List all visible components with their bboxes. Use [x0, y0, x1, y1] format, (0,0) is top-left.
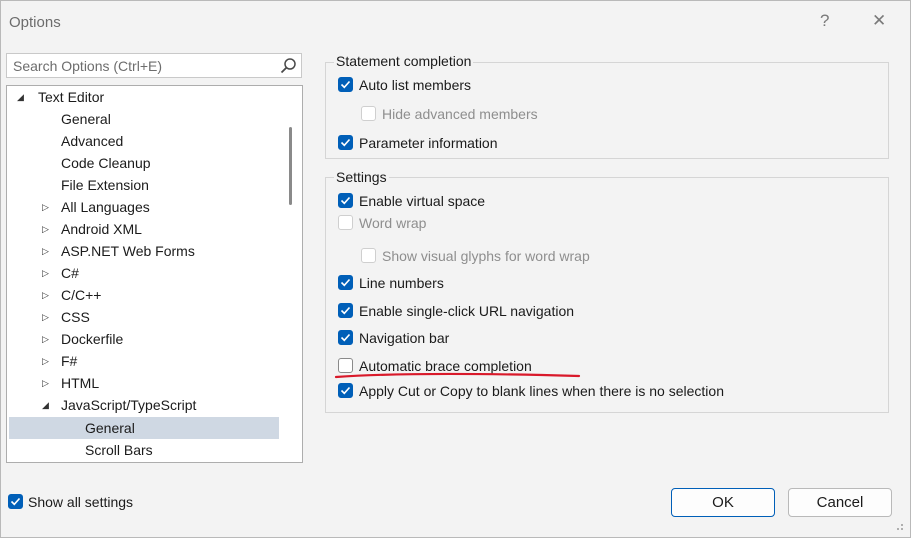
tree-item-label: C/C++: [61, 287, 102, 303]
collapse-arrow-icon[interactable]: ◢: [42, 394, 49, 416]
auto-list-members-checkbox[interactable]: [338, 77, 353, 92]
tree-item-dockerfile[interactable]: ▷ Dockerfile: [7, 328, 287, 350]
apply-cut-copy-checkbox[interactable]: [338, 383, 353, 398]
expand-arrow-icon[interactable]: ▷: [42, 350, 49, 372]
tree-item-label: Scroll Bars: [85, 442, 153, 458]
show-visual-glyphs-label: Show visual glyphs for word wrap: [382, 248, 590, 264]
tree-item-code-cleanup[interactable]: Code Cleanup: [7, 152, 287, 174]
statement-completion-title: Statement completion: [334, 53, 474, 69]
tree-item-label: Android XML: [61, 221, 142, 237]
expand-arrow-icon[interactable]: ▷: [42, 306, 49, 328]
show-all-settings-label: Show all settings: [28, 494, 134, 510]
tree-item-label: Advanced: [61, 133, 124, 149]
tree-item-label: ASP.NET Web Forms: [61, 243, 195, 259]
tree-item-android-xml[interactable]: ▷ Android XML: [7, 218, 287, 240]
show-visual-glyphs-checkbox[interactable]: [361, 248, 376, 263]
navigation-bar-label: Navigation bar: [359, 330, 450, 346]
collapse-arrow-icon[interactable]: ◢: [17, 86, 24, 108]
red-underline-annotation: [334, 372, 581, 379]
tree-item-advanced[interactable]: Advanced: [7, 130, 287, 152]
show-all-settings-checkbox[interactable]: [8, 494, 23, 509]
navigation-bar-checkbox[interactable]: [338, 330, 353, 345]
expand-arrow-icon[interactable]: ▷: [42, 218, 49, 240]
hide-advanced-members-label: Hide advanced members: [382, 106, 538, 122]
help-button[interactable]: ?: [820, 11, 829, 31]
tree-item-file-extension[interactable]: File Extension: [7, 174, 287, 196]
tree-item-label: HTML: [61, 375, 100, 391]
tree-item-aspnet-web-forms[interactable]: ▷ ASP.NET Web Forms: [7, 240, 287, 262]
single-click-url-checkbox[interactable]: [338, 303, 353, 318]
tree-item-scroll-bars[interactable]: Scroll Bars: [7, 439, 287, 461]
cancel-button[interactable]: Cancel: [788, 488, 892, 517]
settings-title: Settings: [334, 169, 389, 185]
tree-item-csharp[interactable]: ▷ C#: [7, 262, 287, 284]
tree-item-all-languages[interactable]: ▷ All Languages: [7, 196, 287, 218]
expand-arrow-icon[interactable]: ▷: [42, 262, 49, 284]
tree-item-javascript-typescript[interactable]: ◢ JavaScript/TypeScript: [7, 394, 287, 416]
tree-item-label: General: [85, 420, 135, 436]
tree-item-label: F#: [61, 353, 78, 369]
search-input[interactable]: Search Options (Ctrl+E): [6, 53, 302, 78]
options-tree[interactable]: ◢ Text Editor General Advanced Code Clea…: [6, 85, 303, 463]
tree-item-label: Dockerfile: [61, 331, 124, 347]
tree-item-cpp[interactable]: ▷ C/C++: [7, 284, 287, 306]
parameter-information-checkbox[interactable]: [338, 135, 353, 150]
tree-item-label: C#: [61, 265, 79, 281]
tree-item-js-general[interactable]: General: [9, 417, 279, 439]
tree-item-label: Text Editor: [38, 89, 105, 105]
line-numbers-checkbox[interactable]: [338, 275, 353, 290]
window-title: Options: [9, 14, 61, 31]
word-wrap-label: Word wrap: [359, 215, 427, 231]
expand-arrow-icon[interactable]: ▷: [42, 284, 49, 306]
tree-item-label: General: [61, 111, 111, 127]
enable-virtual-space-label: Enable virtual space: [359, 193, 486, 209]
single-click-url-label: Enable single-click URL navigation: [359, 303, 575, 319]
tree-item-text-editor[interactable]: ◢ Text Editor: [7, 86, 287, 108]
tree-item-label: CSS: [61, 309, 90, 325]
tree-scrollbar-thumb[interactable]: [289, 127, 292, 205]
expand-arrow-icon[interactable]: ▷: [42, 372, 49, 394]
resize-grip-icon[interactable]: [894, 521, 904, 531]
expand-arrow-icon[interactable]: ▷: [42, 196, 49, 218]
tree-item-label: JavaScript/TypeScript: [61, 397, 197, 413]
word-wrap-checkbox[interactable]: [338, 215, 353, 230]
tree-item-fsharp[interactable]: ▷ F#: [7, 350, 287, 372]
parameter-information-label: Parameter information: [359, 135, 498, 151]
tree-item-label: All Languages: [61, 199, 150, 215]
hide-advanced-members-checkbox[interactable]: [361, 106, 376, 121]
tree-item-label: File Extension: [61, 177, 149, 193]
apply-cut-copy-label: Apply Cut or Copy to blank lines when th…: [359, 383, 724, 399]
tree-item-general[interactable]: General: [7, 108, 287, 130]
tree-item-label: Code Cleanup: [61, 155, 151, 171]
close-button[interactable]: ✕: [872, 11, 886, 31]
tree-item-css[interactable]: ▷ CSS: [7, 306, 287, 328]
options-dialog: Options ? ✕ Search Options (Ctrl+E) ◢ Te…: [0, 0, 911, 538]
search-icon: [280, 58, 296, 74]
search-placeholder: Search Options (Ctrl+E): [13, 58, 162, 74]
tree-item-html[interactable]: ▷ HTML: [7, 372, 287, 394]
enable-virtual-space-checkbox[interactable]: [338, 193, 353, 208]
ok-button[interactable]: OK: [671, 488, 775, 517]
expand-arrow-icon[interactable]: ▷: [42, 240, 49, 262]
expand-arrow-icon[interactable]: ▷: [42, 328, 49, 350]
line-numbers-label: Line numbers: [359, 275, 444, 291]
auto-list-members-label: Auto list members: [359, 77, 472, 93]
